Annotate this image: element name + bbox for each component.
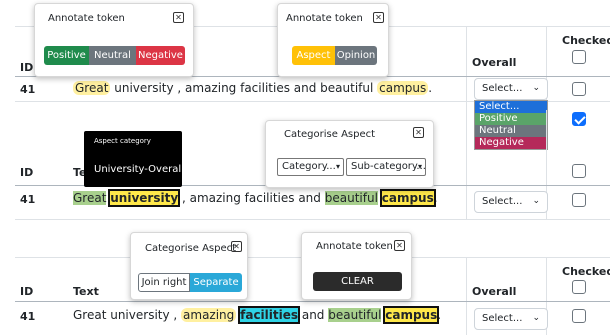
token-university[interactable]: university — [108, 189, 181, 207]
checked-checkbox[interactable] — [572, 164, 586, 178]
row-id: 41 — [20, 193, 36, 206]
close-icon[interactable]: ✕ — [373, 12, 384, 23]
annotate-token-popup-aspect: Annotate token ✕ Aspect Opinion — [277, 3, 389, 77]
chevron-down-icon: ⌄ — [532, 83, 540, 93]
col-id-header: ID — [20, 285, 34, 298]
overall-select[interactable]: Select... ⌄ — [474, 191, 548, 213]
col-overall-header: Overall — [472, 56, 517, 69]
tooltip-title: Aspect category — [94, 137, 151, 145]
checked-checkbox[interactable] — [572, 82, 586, 96]
token-great[interactable]: Great — [73, 81, 111, 95]
categorise-aspect-popup-join: Categorise Aspect ✕ Join right Separate — [130, 232, 248, 300]
close-icon[interactable]: ✕ — [394, 240, 405, 251]
chevron-down-icon: ▾ — [335, 162, 340, 171]
negative-button[interactable]: Negative — [136, 46, 185, 65]
sentence-text[interactable]: Great. university , amazing facilities a… — [73, 189, 438, 207]
checked-checkbox-checked[interactable] — [572, 112, 586, 126]
option-positive[interactable]: Positive — [475, 113, 547, 125]
sentence-text[interactable]: Great university , amazing facilities an… — [73, 306, 441, 324]
chevron-down-icon: ⌄ — [532, 196, 540, 206]
chevron-down-icon: ⌄ — [532, 313, 540, 323]
popup-title: Annotate token — [286, 13, 363, 24]
popup-title: Categorise Aspect — [145, 243, 237, 254]
checked-checkbox[interactable] — [572, 280, 586, 294]
col-text-header: Text — [73, 285, 99, 298]
close-icon[interactable]: ✕ — [173, 12, 184, 23]
positive-button[interactable]: Positive — [44, 46, 89, 65]
col-checked-header: Checked — [562, 265, 610, 278]
overall-select[interactable]: Select... ⌄ — [474, 78, 548, 100]
category-select[interactable]: Category... ▾ — [277, 158, 344, 176]
popup-title: Annotate token — [48, 13, 125, 24]
neutral-button[interactable]: Neutral — [89, 46, 136, 65]
annotate-token-popup: Annotate token ✕ Positive Neutral Negati… — [34, 3, 194, 77]
clear-button[interactable]: CLEAR — [313, 272, 402, 291]
checked-checkbox[interactable] — [572, 193, 586, 207]
overall-dropdown-list[interactable]: Select... Positive Neutral Negative — [474, 100, 548, 150]
close-icon[interactable]: ✕ — [413, 127, 424, 138]
separate-button[interactable]: Separate — [190, 273, 242, 292]
col-checked-header: Checked — [562, 34, 610, 47]
opinion-button[interactable]: Opinion — [335, 46, 377, 65]
token-campus[interactable]: campus — [383, 306, 440, 324]
option-select[interactable]: Select... — [475, 101, 547, 113]
overall-select[interactable]: Select... ⌄ — [474, 308, 548, 330]
subcategory-select[interactable]: Sub-category... ▾ — [346, 158, 426, 176]
token-campus[interactable]: campus — [379, 189, 436, 207]
checked-checkbox[interactable] — [572, 50, 586, 64]
row-id: 41 — [20, 310, 36, 323]
checked-checkbox[interactable] — [572, 309, 586, 323]
col-id-header: ID — [20, 166, 34, 179]
aspect-button[interactable]: Aspect — [292, 46, 335, 65]
popup-title: Categorise Aspect — [284, 129, 376, 140]
col-id-header: ID — [20, 61, 34, 74]
tooltip-value: University-Overall — [94, 164, 184, 175]
col-overall-header: Overall — [472, 285, 517, 298]
aspect-category-tooltip: Aspect category University-Overall — [84, 131, 184, 187]
annotate-token-clear-popup: Annotate token ✕ CLEAR — [301, 232, 412, 300]
popup-title: Annotate token — [316, 241, 393, 252]
token-facilities[interactable]: facilities — [238, 306, 301, 324]
sentence-text[interactable]: Great university , amazing facilities an… — [73, 81, 432, 95]
close-icon[interactable]: ✕ — [231, 241, 242, 252]
chevron-down-icon: ▾ — [417, 162, 422, 171]
categorise-aspect-popup: Categorise Aspect ✕ Category... ▾ Sub-cat… — [265, 120, 434, 188]
option-negative[interactable]: Negative — [475, 137, 547, 149]
token-great[interactable]: Great — [73, 191, 107, 205]
join-right-button[interactable]: Join right — [138, 273, 190, 292]
token-campus[interactable]: campus — [377, 81, 429, 95]
token-beautiful[interactable]: beautiful — [324, 191, 378, 205]
token-amazing[interactable]: amazing — [181, 308, 237, 322]
row-id: 41 — [20, 83, 36, 96]
option-neutral[interactable]: Neutral — [475, 125, 547, 137]
token-beautiful[interactable]: beautiful — [328, 308, 382, 322]
